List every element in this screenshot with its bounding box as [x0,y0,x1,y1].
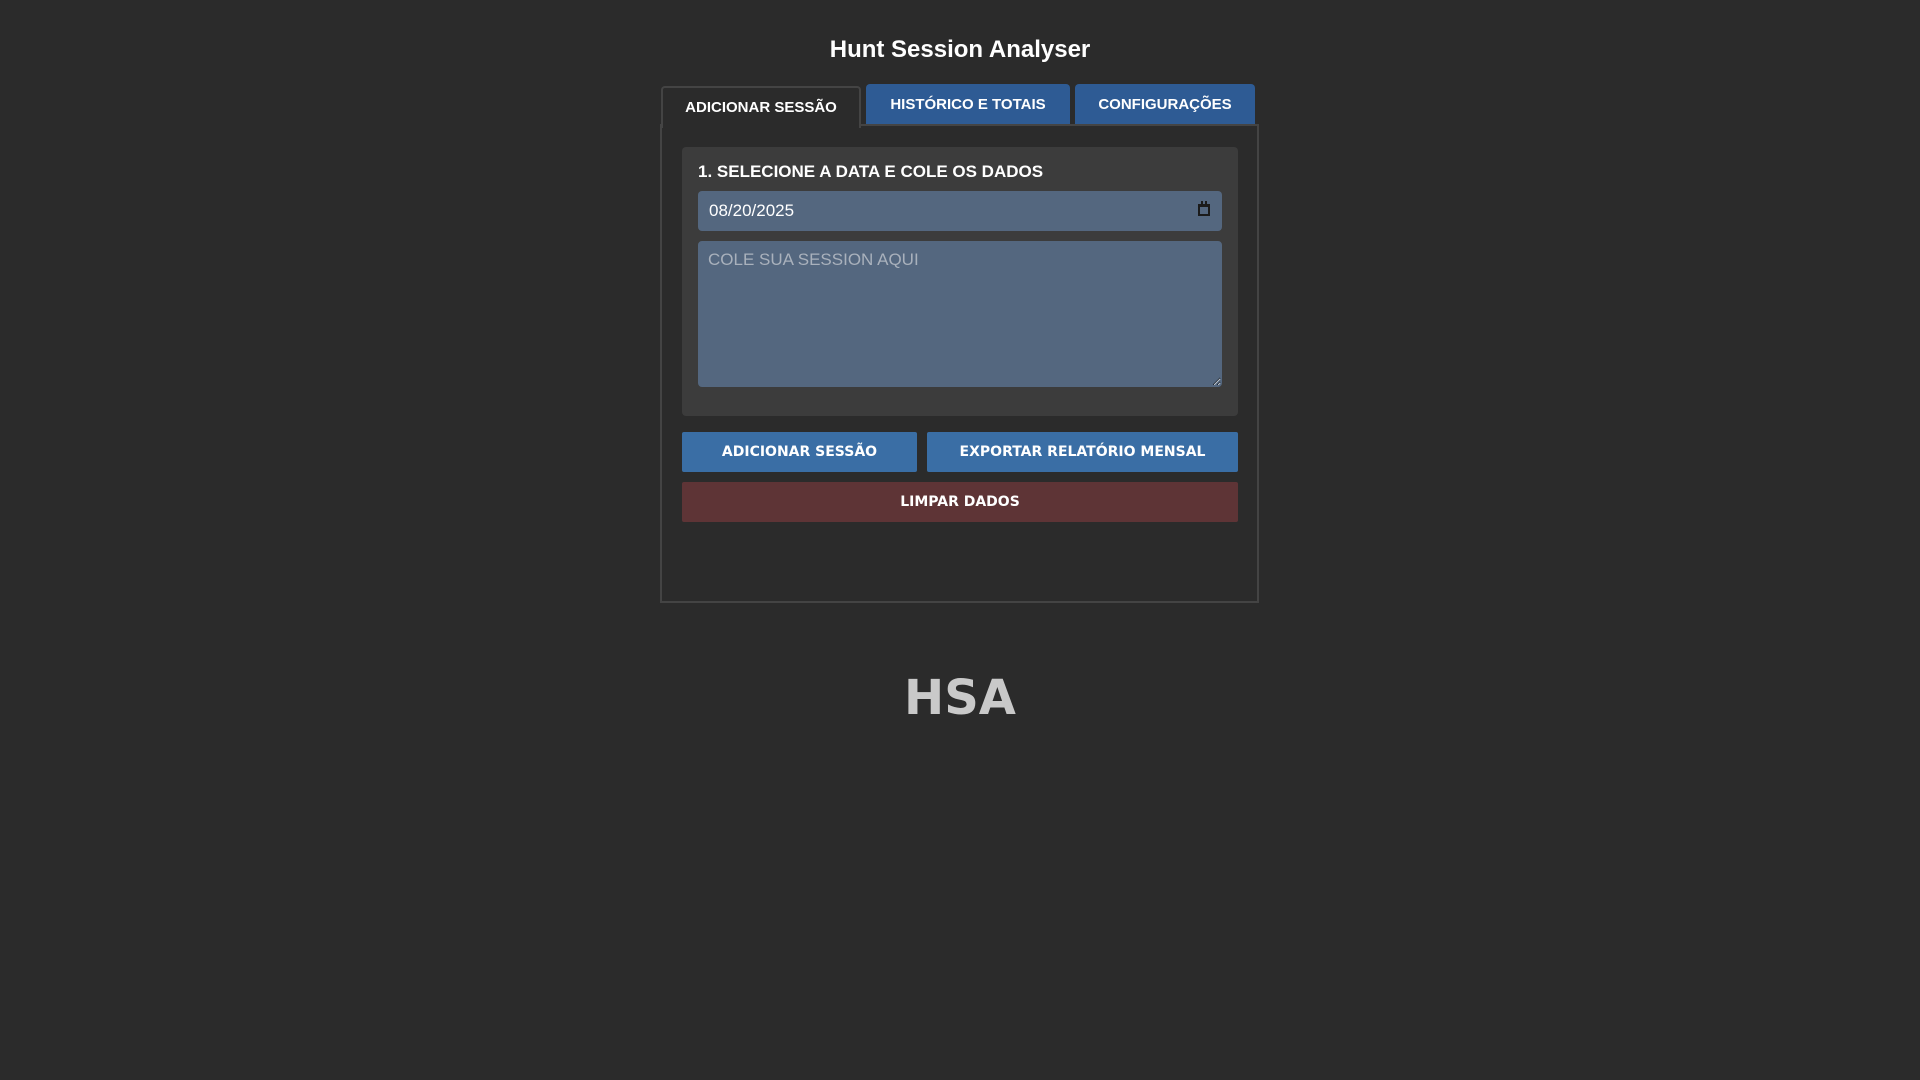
calendar-icon[interactable] [1198,201,1210,216]
hsa-logo: HSA [904,670,1016,726]
date-value: 08/20/2025 [709,201,795,220]
clear-data-button[interactable]: LIMPAR DADOS [682,482,1238,522]
section-title: 1. SELECIONE A DATA E COLE OS DADOS [698,162,1044,181]
export-monthly-report-button[interactable]: EXPORTAR RELATÓRIO MENSAL [927,432,1238,472]
session-textarea[interactable] [698,241,1222,387]
tab-add-session[interactable]: ADICIONAR SESSÃO [661,86,861,128]
app-title: Hunt Session Analyser [829,36,1091,63]
date-field[interactable]: 08/20/2025 [698,191,1222,231]
tab-history-totals[interactable]: HISTÓRICO E TOTAIS [866,84,1070,126]
session-input-card: 1. SELECIONE A DATA E COLE OS DADOS 08/2… [682,147,1238,416]
add-session-button[interactable]: ADICIONAR SESSÃO [682,432,917,472]
tab-settings[interactable]: CONFIGURAÇÕES [1075,84,1255,126]
